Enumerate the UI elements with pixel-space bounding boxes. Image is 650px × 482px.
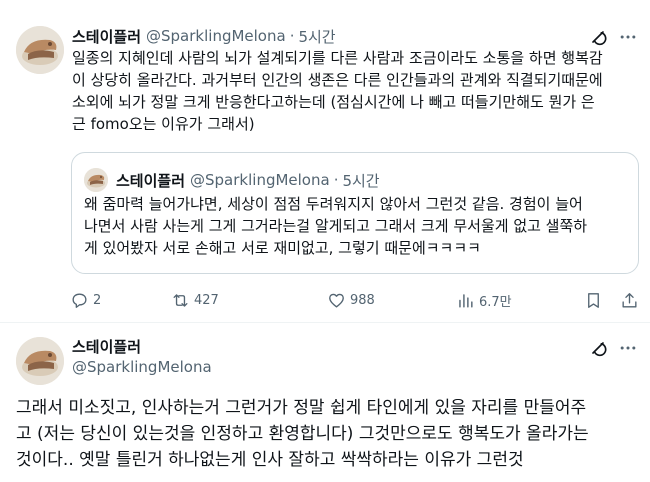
tweet-text-line: 고 (저는 당신이 있는것을 인정하고 환영합니다) 그것만으로도 행복도가 올… <box>16 424 589 444</box>
like-button[interactable]: 988 <box>327 288 375 312</box>
grok-icon[interactable] <box>588 27 608 47</box>
tweet-text-line: 소외에 뇌가 정말 크게 반응한다고하는데 (점심시간에 나 빼고 떠들기만해도… <box>72 93 595 111</box>
share-icon <box>622 292 637 308</box>
quote-avatar <box>84 168 108 192</box>
reply-icon <box>72 292 87 308</box>
quote-author-handle: @SparklingMelona <box>190 171 330 189</box>
tweet-text-line: 일종의 지혜인데 사람의 뇌가 설계되기를 다른 사람과 조금이라도 소통을 하… <box>72 49 603 67</box>
quote-text-line: 나면서 사람 사는게 그게 그거라는걸 알게되고 그래서 크게 무서울게 없고 … <box>84 217 588 235</box>
avatar-image <box>84 168 108 192</box>
timestamp[interactable]: 5시간 <box>298 26 335 47</box>
tweet-text: 일종의 지혜인데 사람의 뇌가 설계되기를 다른 사람과 조금이라도 소통을 하… <box>72 47 638 135</box>
avatar-image <box>16 337 64 385</box>
tweet-main[interactable]: 스테이플러 @SparklingMelona · 5시간 일종의 지혜인데 사람… <box>0 0 650 322</box>
repost-button[interactable]: 427 <box>171 288 219 312</box>
views-button[interactable]: 6.7만 <box>456 288 512 312</box>
tweet-text-line: 것이다.. 옛말 틀린거 하나없는게 인사 잘하고 싹싹하라는 이유가 그런것 <box>16 450 524 470</box>
tweet-text-line: 근 fomo오는 이유가 그래서) <box>72 115 255 133</box>
separator-dot: · <box>289 27 295 45</box>
quote-text-line: 왜 줌마력 늘어가냐면, 세상이 점점 두려워지지 않아서 그런것 같음. 경험… <box>84 195 583 213</box>
avatar[interactable] <box>16 337 64 385</box>
avatar[interactable] <box>16 26 64 74</box>
author-handle[interactable]: @SparklingMelona <box>72 358 212 376</box>
tweet-text-line: 이 상당히 올라간다. 과거부터 인간의 생존은 다른 인간들과의 관계와 직결… <box>72 71 603 89</box>
more-icon[interactable] <box>618 338 638 358</box>
tweet-text: 그래서 미소짓고, 인사하는거 그런거가 정말 쉽게 타인에게 있을 자리를 만… <box>16 395 589 473</box>
author-name[interactable]: 스테이플러 <box>72 26 141 47</box>
like-count: 988 <box>350 292 375 308</box>
quoted-tweet[interactable]: 스테이플러 @SparklingMelona · 5시간 왜 줌마력 늘어가냐면… <box>71 152 639 274</box>
tweet-focused[interactable]: 스테이플러 @SparklingMelona 그래서 미소짓고, 인사하는거 그… <box>0 323 650 482</box>
repost-icon <box>173 293 188 307</box>
views-icon <box>459 293 473 308</box>
avatar-image <box>16 26 64 74</box>
bookmark-button[interactable] <box>584 288 603 312</box>
quote-text: 왜 줌마력 늘어가냐면, 세상이 점점 두려워지지 않아서 그런것 같음. 경험… <box>84 193 587 259</box>
views-count: 6.7만 <box>479 294 512 310</box>
grok-icon[interactable] <box>588 338 608 358</box>
separator-dot: · <box>333 171 339 189</box>
action-bar: 2 427 988 6.7만 <box>70 288 638 312</box>
tweet-header: 스테이플러 @SparklingMelona · 5시간 <box>72 26 336 46</box>
author-handle[interactable]: @SparklingMelona <box>146 27 286 45</box>
more-icon[interactable] <box>618 27 638 47</box>
reply-count: 2 <box>93 292 102 308</box>
tweet-text-line: 그래서 미소짓고, 인사하는거 그런거가 정말 쉽게 타인에게 있을 자리를 만… <box>16 398 587 418</box>
quote-header: 스테이플러 @SparklingMelona · 5시간 <box>116 170 380 190</box>
bookmark-icon <box>588 292 599 308</box>
author-name[interactable]: 스테이플러 <box>72 336 141 357</box>
share-button[interactable] <box>620 288 639 312</box>
repost-count: 427 <box>194 292 219 308</box>
quote-timestamp: 5시간 <box>342 171 380 190</box>
quote-text-line: 게 있어봤자 서로 손해고 서로 재미없고, 그렇기 때문에ㅋㅋㅋㅋ <box>84 239 481 257</box>
reply-button[interactable]: 2 <box>70 288 101 312</box>
like-icon <box>329 293 344 308</box>
quote-author-name: 스테이플러 <box>116 171 186 190</box>
